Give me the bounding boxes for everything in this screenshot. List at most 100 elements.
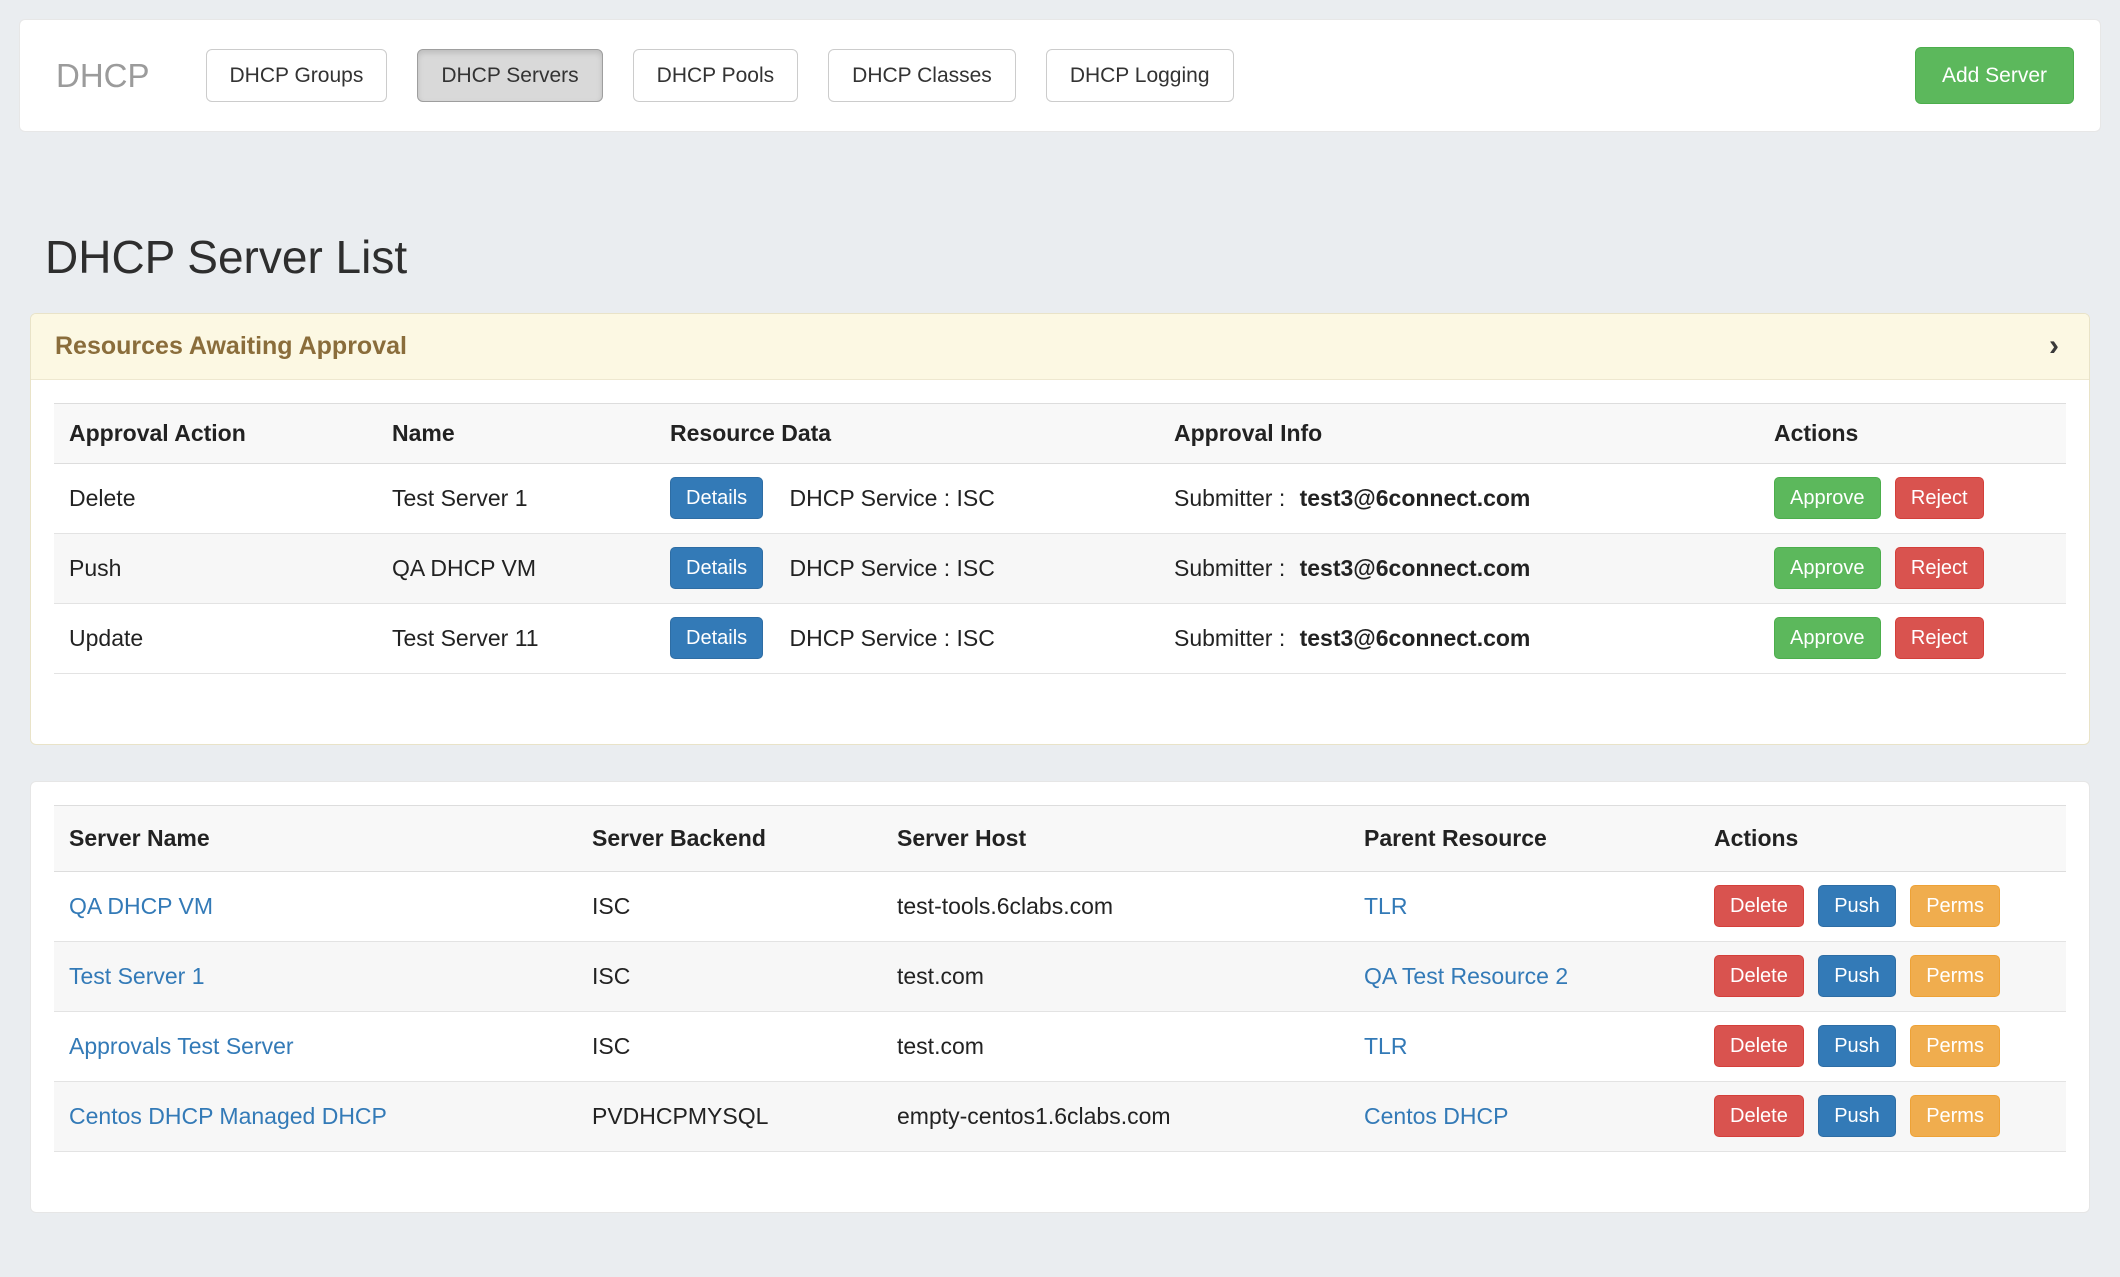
col-header-server-name: Server Name <box>54 805 577 871</box>
approval-panel-body: Approval Action Name Resource Data Appro… <box>31 380 2089 744</box>
server-backend-cell: ISC <box>577 871 882 941</box>
parent-resource-link[interactable]: QA Test Resource 2 <box>1364 963 1568 989</box>
col-header-server-backend: Server Backend <box>577 805 882 871</box>
push-button[interactable]: Push <box>1818 885 1896 927</box>
server-row: QA DHCP VM ISC test-tools.6clabs.com TLR… <box>54 871 2066 941</box>
approve-button[interactable]: Approve <box>1774 547 1881 589</box>
tab-dhcp-classes[interactable]: DHCP Classes <box>828 49 1016 102</box>
push-button[interactable]: Push <box>1818 1025 1896 1067</box>
col-header-resource-data: Resource Data <box>655 403 1159 463</box>
approval-row: Update Test Server 11 Details DHCP Servi… <box>54 603 2066 673</box>
add-server-button[interactable]: Add Server <box>1915 47 2074 104</box>
delete-button[interactable]: Delete <box>1714 885 1804 927</box>
submitter-label: Submitter : <box>1174 555 1285 581</box>
server-table-header-row: Server Name Server Backend Server Host P… <box>54 805 2066 871</box>
approval-name-cell: QA DHCP VM <box>377 533 655 603</box>
tab-dhcp-servers[interactable]: DHCP Servers <box>417 49 602 102</box>
reject-button[interactable]: Reject <box>1895 617 1984 659</box>
approve-button[interactable]: Approve <box>1774 477 1881 519</box>
server-actions-cell: Delete Push Perms <box>1699 1011 2066 1081</box>
approval-info-cell: Submitter : test3@6connect.com <box>1159 603 1759 673</box>
resources-awaiting-approval-panel: Resources Awaiting Approval › Approval A… <box>30 313 2090 745</box>
server-name-cell: Test Server 1 <box>54 941 577 1011</box>
perms-button[interactable]: Perms <box>1910 1025 2000 1067</box>
server-host-cell: test.com <box>882 1011 1349 1081</box>
parent-resource-link[interactable]: Centos DHCP <box>1364 1103 1508 1129</box>
dhcp-nav-tabs: DHCP Groups DHCP Servers DHCP Pools DHCP… <box>206 49 1234 102</box>
approval-panel-title: Resources Awaiting Approval <box>55 332 407 361</box>
parent-resource-cell: Centos DHCP <box>1349 1081 1699 1151</box>
server-name-link[interactable]: Test Server 1 <box>69 963 205 989</box>
parent-resource-link[interactable]: TLR <box>1364 1033 1407 1059</box>
approve-button[interactable]: Approve <box>1774 617 1881 659</box>
approval-actions-cell: Approve Reject <box>1759 603 2066 673</box>
resource-data-text: DHCP Service : ISC <box>790 485 995 511</box>
server-name-link[interactable]: Approvals Test Server <box>69 1033 294 1059</box>
server-name-cell: Approvals Test Server <box>54 1011 577 1081</box>
approval-row: Delete Test Server 1 Details DHCP Servic… <box>54 463 2066 533</box>
approval-row: Push QA DHCP VM Details DHCP Service : I… <box>54 533 2066 603</box>
tab-dhcp-logging[interactable]: DHCP Logging <box>1046 49 1234 102</box>
approval-name-cell: Test Server 11 <box>377 603 655 673</box>
server-backend-cell: ISC <box>577 1011 882 1081</box>
details-button[interactable]: Details <box>670 617 763 659</box>
perms-button[interactable]: Perms <box>1910 1095 2000 1137</box>
details-button[interactable]: Details <box>670 477 763 519</box>
push-button[interactable]: Push <box>1818 1095 1896 1137</box>
approval-action-cell: Push <box>54 533 377 603</box>
brand-label: DHCP <box>56 57 150 95</box>
reject-button[interactable]: Reject <box>1895 477 1984 519</box>
approval-info-cell: Submitter : test3@6connect.com <box>1159 533 1759 603</box>
details-button[interactable]: Details <box>670 547 763 589</box>
approval-info-cell: Submitter : test3@6connect.com <box>1159 463 1759 533</box>
approval-table: Approval Action Name Resource Data Appro… <box>54 403 2066 674</box>
resource-data-text: DHCP Service : ISC <box>790 625 995 651</box>
server-host-cell: empty-centos1.6clabs.com <box>882 1081 1349 1151</box>
perms-button[interactable]: Perms <box>1910 885 2000 927</box>
approval-table-header-row: Approval Action Name Resource Data Appro… <box>54 403 2066 463</box>
parent-resource-cell: QA Test Resource 2 <box>1349 941 1699 1011</box>
server-name-link[interactable]: QA DHCP VM <box>69 893 213 919</box>
perms-button[interactable]: Perms <box>1910 955 2000 997</box>
server-backend-cell: ISC <box>577 941 882 1011</box>
col-header-name: Name <box>377 403 655 463</box>
server-actions-cell: Delete Push Perms <box>1699 871 2066 941</box>
col-header-approval-info: Approval Info <box>1159 403 1759 463</box>
delete-button[interactable]: Delete <box>1714 955 1804 997</box>
approval-resource-cell: Details DHCP Service : ISC <box>655 463 1159 533</box>
server-panel-body: Server Name Server Backend Server Host P… <box>31 782 2089 1212</box>
parent-resource-link[interactable]: TLR <box>1364 893 1407 919</box>
approval-resource-cell: Details DHCP Service : ISC <box>655 603 1159 673</box>
parent-resource-cell: TLR <box>1349 1011 1699 1081</box>
approval-action-cell: Delete <box>54 463 377 533</box>
chevron-right-icon: › <box>2049 331 2059 361</box>
submitter-label: Submitter : <box>1174 485 1285 511</box>
delete-button[interactable]: Delete <box>1714 1025 1804 1067</box>
server-table: Server Name Server Backend Server Host P… <box>54 805 2066 1152</box>
col-header-server-host: Server Host <box>882 805 1349 871</box>
approval-panel-header[interactable]: Resources Awaiting Approval › <box>31 314 2089 380</box>
col-header-actions: Actions <box>1759 403 2066 463</box>
server-backend-cell: PVDHCPMYSQL <box>577 1081 882 1151</box>
approval-resource-cell: Details DHCP Service : ISC <box>655 533 1159 603</box>
submitter-email: test3@6connect.com <box>1300 555 1531 581</box>
server-actions-cell: Delete Push Perms <box>1699 941 2066 1011</box>
tab-dhcp-pools[interactable]: DHCP Pools <box>633 49 799 102</box>
reject-button[interactable]: Reject <box>1895 547 1984 589</box>
top-navigation-bar: DHCP DHCP Groups DHCP Servers DHCP Pools… <box>19 19 2101 132</box>
approval-action-cell: Update <box>54 603 377 673</box>
approval-name-cell: Test Server 1 <box>377 463 655 533</box>
page-title: DHCP Server List <box>45 232 2120 283</box>
push-button[interactable]: Push <box>1818 955 1896 997</box>
server-name-cell: Centos DHCP Managed DHCP <box>54 1081 577 1151</box>
server-host-cell: test.com <box>882 941 1349 1011</box>
server-name-link[interactable]: Centos DHCP Managed DHCP <box>69 1103 387 1129</box>
col-header-actions: Actions <box>1699 805 2066 871</box>
parent-resource-cell: TLR <box>1349 871 1699 941</box>
delete-button[interactable]: Delete <box>1714 1095 1804 1137</box>
server-name-cell: QA DHCP VM <box>54 871 577 941</box>
tab-dhcp-groups[interactable]: DHCP Groups <box>206 49 388 102</box>
approval-actions-cell: Approve Reject <box>1759 533 2066 603</box>
submitter-email: test3@6connect.com <box>1300 625 1531 651</box>
server-actions-cell: Delete Push Perms <box>1699 1081 2066 1151</box>
